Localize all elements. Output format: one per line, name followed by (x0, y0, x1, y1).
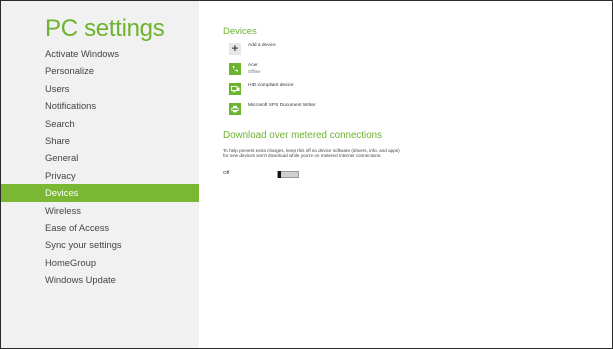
sidebar-item-search[interactable]: Search (1, 115, 199, 132)
device-name: HID-compliant device (248, 83, 294, 88)
sidebar-item-users[interactable]: Users (1, 80, 199, 97)
device-status: Offline (248, 69, 261, 74)
devices-heading: Devices (223, 26, 257, 37)
metered-toggle-switch[interactable] (277, 171, 299, 178)
sidebar-item-general[interactable]: General (1, 149, 199, 166)
sidebar: PC settings Activate Windows Personalize U… (1, 1, 199, 348)
keyboard-icon (229, 83, 241, 95)
sidebar-item-sync-your-settings[interactable]: Sync your settings (1, 236, 199, 253)
sidebar-item-activate-windows[interactable]: Activate Windows (1, 45, 199, 62)
sidebar-item-notifications[interactable]: Notifications (1, 97, 199, 114)
sidebar-item-personalize[interactable]: Personalize (1, 62, 199, 79)
device-name: Microsoft XPS Document Writer (248, 103, 316, 108)
metered-heading: Download over metered connections (223, 130, 383, 141)
printer-icon (229, 103, 241, 115)
toggle-thumb[interactable] (278, 171, 281, 178)
sidebar-item-privacy[interactable]: Privacy (1, 167, 199, 184)
device-item-acer[interactable]: Acer Offline (229, 63, 261, 79)
toggle-state-label: Off (223, 171, 230, 176)
device-name: Add a device (248, 43, 276, 48)
plus-icon: + (229, 43, 241, 55)
sidebar-item-windows-update[interactable]: Windows Update (1, 271, 199, 288)
sidebar-nav: Activate Windows Personalize Users Notifica… (1, 45, 199, 288)
device-item-hid[interactable]: HID-compliant device (229, 83, 294, 99)
sidebar-item-homegroup[interactable]: HomeGroup (1, 254, 199, 271)
device-item-xps-writer[interactable]: Microsoft XPS Document Writer (229, 103, 316, 119)
phone-icon (229, 63, 241, 75)
page-title: PC settings (45, 15, 165, 42)
sidebar-item-ease-of-access[interactable]: Ease of Access (1, 219, 199, 236)
add-device-item[interactable]: + Add a device (229, 43, 276, 59)
sidebar-item-share[interactable]: Share (1, 132, 199, 149)
settings-window: PC settings Activate Windows Personalize U… (0, 0, 613, 349)
metered-toggle-row: Off (223, 170, 323, 178)
sidebar-item-devices[interactable]: Devices (1, 184, 199, 202)
metered-description: To help prevent extra charges, keep this… (223, 148, 400, 159)
sidebar-item-wireless[interactable]: Wireless (1, 202, 199, 219)
